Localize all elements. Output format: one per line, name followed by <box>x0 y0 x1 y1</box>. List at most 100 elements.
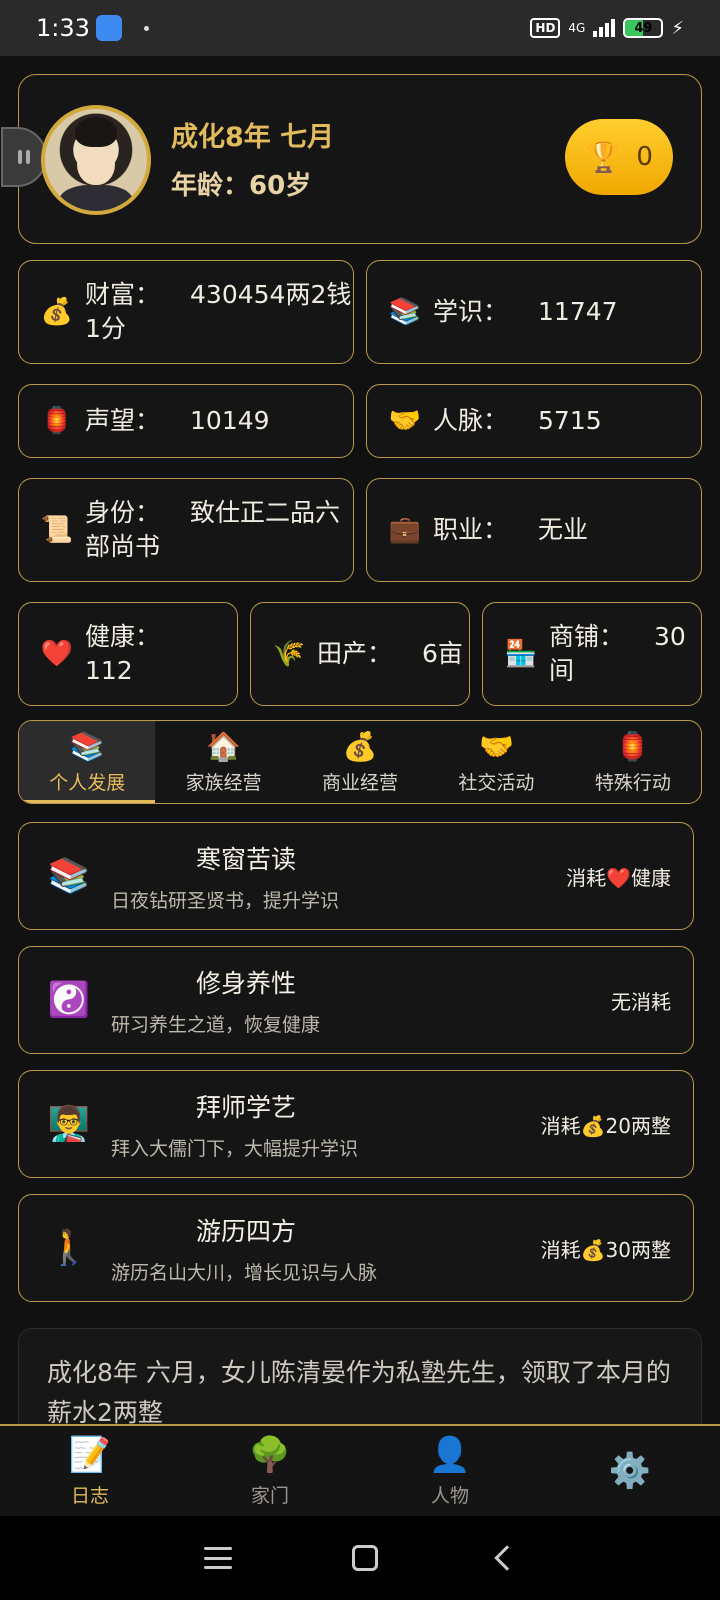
network-type: 4G <box>568 21 586 35</box>
action-study[interactable]: 📚 寒窗苦读 日夜钻研圣贤书，提升学识 消耗❤️健康 <box>18 822 694 930</box>
shop-icon: 🏪 <box>504 639 538 669</box>
rice-icon: 🌾 <box>272 639 306 669</box>
stat-label: 人脉： <box>433 406 509 435</box>
stat-label: 财富： <box>85 280 161 309</box>
action-description: 拜入大儒门下，大幅提升学识 <box>111 1137 359 1160</box>
books-icon: 📚 <box>47 856 91 896</box>
stat-label: 商铺： <box>549 622 625 651</box>
scroll-icon: 📜 <box>40 515 74 545</box>
nav-family[interactable]: 🌳 家门 <box>180 1426 360 1516</box>
status-indicators: HD 4G 49 ⚡ <box>530 18 684 39</box>
money-bag-icon: 💰 <box>342 729 378 763</box>
yin-yang-icon: ☯️ <box>47 980 91 1020</box>
bottom-nav: 📝 日志 🌳 家门 👤 人物 ⚙️ <box>0 1424 720 1516</box>
signal-icon <box>593 19 616 37</box>
tab-label: 家族经营 <box>185 771 262 794</box>
tab-personal-development[interactable]: 📚 个人发展 <box>19 721 156 803</box>
nav-label: 日志 <box>70 1484 109 1507</box>
stat-value: 112 <box>85 656 133 685</box>
gear-icon: ⚙️ <box>608 1451 652 1491</box>
teacher-icon: 👨‍🏫 <box>47 1104 91 1144</box>
action-description: 游历名山大川，增长见识与人脉 <box>111 1261 378 1284</box>
stat-label: 声望： <box>85 406 161 435</box>
profile-card: 成化8年 七月 年龄：60岁 🏆 0 <box>1 74 702 244</box>
action-description: 日夜钻研圣贤书，提升学识 <box>111 889 340 912</box>
action-cost: 消耗💰20两整 <box>540 1113 671 1138</box>
stat-connections: 🤝 人脉： 5715 <box>366 384 702 458</box>
back-icon[interactable] <box>494 1545 520 1571</box>
action-title: 寒窗苦读 <box>195 844 296 874</box>
charging-icon: ⚡ <box>671 17 684 39</box>
tab-label: 商业经营 <box>322 771 399 794</box>
tab-label: 社交活动 <box>458 771 535 794</box>
tab-label: 个人发展 <box>49 771 126 794</box>
stat-label: 学识： <box>433 297 509 326</box>
lantern-icon: 🏮 <box>40 406 74 436</box>
stat-health: ❤️ 健康： 112 <box>18 602 238 706</box>
trophy-icon: 🏆 <box>585 139 623 175</box>
nav-label: 家门 <box>250 1484 289 1507</box>
lantern-icon: 🏮 <box>615 729 651 763</box>
stat-farmland: 🌾 田产： 6亩 <box>250 602 470 706</box>
action-description: 研习养生之道，恢复健康 <box>111 1013 321 1036</box>
nav-log[interactable]: 📝 日志 <box>0 1426 180 1516</box>
tree-icon: 🌳 <box>248 1434 292 1475</box>
age-display: 年龄：60岁 <box>171 165 311 202</box>
nav-label: 人物 <box>430 1484 469 1507</box>
status-time: 1:33 <box>36 14 90 42</box>
stat-value: 10149 <box>190 406 270 435</box>
stat-value: 11747 <box>538 297 618 326</box>
category-tabs: 📚 个人发展 🏠 家族经营 💰 商业经营 🤝 社交活动 🏮 特殊行动 <box>18 720 702 804</box>
action-apprentice[interactable]: 👨‍🏫 拜师学艺 拜入大儒门下，大幅提升学识 消耗💰20两整 <box>18 1070 694 1178</box>
stat-knowledge: 📚 学识： 11747 <box>366 260 702 364</box>
tab-social[interactable]: 🤝 社交活动 <box>428 721 564 803</box>
stat-value: 无业 <box>538 515 589 544</box>
books-icon: 📚 <box>69 729 105 763</box>
tab-special[interactable]: 🏮 特殊行动 <box>565 721 701 803</box>
system-nav-bar <box>0 1516 720 1600</box>
stat-identity: 📜 身份： 致仕正二品六部尚书 <box>18 478 354 582</box>
age-label: 年龄： <box>171 171 250 201</box>
avatar[interactable] <box>41 105 151 215</box>
person-icon: 👤 <box>428 1434 472 1475</box>
status-bar: 1:33 HD 4G 49 ⚡ <box>0 0 720 56</box>
action-cost: 消耗💰30两整 <box>540 1237 671 1262</box>
recent-apps-icon[interactable] <box>204 1547 232 1569</box>
stat-wealth: 💰 财富： 430454两2钱1分 <box>18 260 354 364</box>
stat-label: 健康： <box>85 622 161 651</box>
nav-settings[interactable]: ⚙️ <box>540 1426 720 1516</box>
trophy-count: 0 <box>636 142 653 172</box>
handshake-icon: 🤝 <box>478 729 514 763</box>
log-entry: 成化8年 六月，女儿陈清晏作为私塾先生，领取了本月的薪水2两整 <box>47 1358 671 1427</box>
stat-value: 5715 <box>538 406 602 435</box>
action-title: 游历四方 <box>195 1216 296 1246</box>
home-icon[interactable] <box>352 1545 378 1571</box>
tab-business[interactable]: 💰 商业经营 <box>292 721 428 803</box>
action-cost: 无消耗 <box>611 989 671 1014</box>
action-cost: 消耗❤️健康 <box>566 865 671 890</box>
stat-shops: 🏪 商铺： 30间 <box>482 602 702 706</box>
notification-dot-icon <box>143 25 149 31</box>
tab-label: 特殊行动 <box>594 771 671 794</box>
books-icon: 📚 <box>388 297 422 327</box>
walking-person-icon: 🚶 <box>47 1228 91 1268</box>
app-screen: 成化8年 七月 年龄：60岁 🏆 0 💰 财富： 430454两2钱1分 📚 学识… <box>0 56 720 1478</box>
stat-label: 职业： <box>433 515 509 544</box>
heart-icon: ❤️ <box>40 639 74 669</box>
battery-percent: 49 <box>634 20 653 36</box>
tab-family-management[interactable]: 🏠 家族经营 <box>155 721 291 803</box>
battery-icon: 49 <box>623 18 664 38</box>
memo-icon: 📝 <box>68 1434 112 1475</box>
nav-character[interactable]: 👤 人物 <box>360 1426 540 1516</box>
age-value: 60岁 <box>249 171 312 201</box>
stat-label: 身份： <box>85 498 161 527</box>
action-cultivate[interactable]: ☯️ 修身养性 研习养生之道，恢复健康 无消耗 <box>18 946 694 1054</box>
hd-icon: HD <box>530 18 561 38</box>
action-travel[interactable]: 🚶 游历四方 游历名山大川，增长见识与人脉 消耗💰30两整 <box>18 1194 694 1302</box>
trophy-button[interactable]: 🏆 0 <box>565 119 673 195</box>
stat-label: 田产： <box>317 639 393 668</box>
app-notification-icon <box>95 15 122 41</box>
house-icon: 🏠 <box>206 729 242 763</box>
action-title: 修身养性 <box>195 968 296 998</box>
action-title: 拜师学艺 <box>195 1092 296 1122</box>
